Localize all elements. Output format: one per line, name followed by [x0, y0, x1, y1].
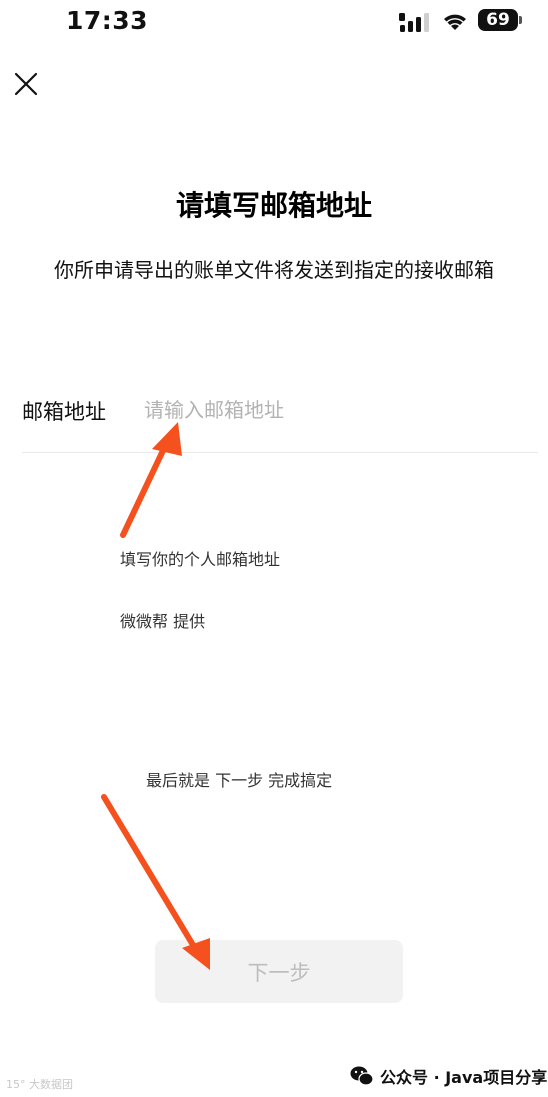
battery-tip [519, 16, 522, 24]
page-subtitle: 你所申请导出的账单文件将发送到指定的接收邮箱 [54, 258, 494, 282]
battery-icon: 69 [478, 9, 518, 31]
arrow-shaft-upper [120, 437, 171, 538]
status-time: 17:33 [66, 6, 149, 35]
provider-note: 微微帮 提供 [120, 612, 206, 631]
email-label: 邮箱地址 [22, 400, 106, 424]
fill-hint-note: 填写你的个人邮箱地址 [120, 550, 281, 569]
arrow-to-email-input [120, 422, 182, 538]
battery-level: 69 [486, 10, 510, 30]
cellular-signal-icon [399, 13, 429, 32]
final-step-note: 最后就是 下一步 完成搞定 [146, 771, 333, 790]
email-input[interactable] [144, 390, 504, 430]
field-divider [22, 452, 538, 453]
footer-brand-label: 公众号 · Java项目分享 [380, 1068, 548, 1087]
watermark-text: 15° 大数据团 [6, 1078, 73, 1091]
close-icon[interactable] [12, 70, 40, 98]
footer-brand: 公众号 · Java项目分享 [350, 1064, 547, 1088]
wifi-icon [444, 14, 466, 30]
page-title: 请填写邮箱地址 [175, 189, 372, 222]
wechat-icon [350, 1066, 374, 1086]
arrow-shaft-lower [101, 794, 199, 953]
next-step-button[interactable]: 下一步 [155, 940, 403, 1003]
